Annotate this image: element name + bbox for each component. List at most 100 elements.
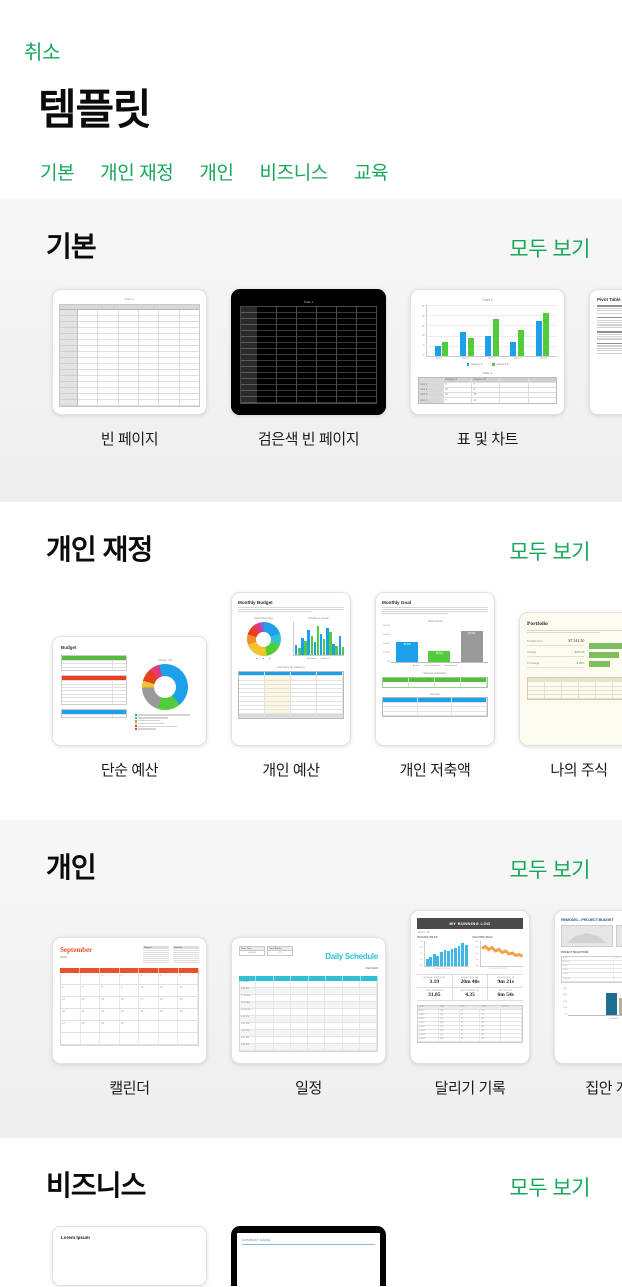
tab-basic[interactable]: 기본 [40, 158, 75, 185]
template-card-home-remodel[interactable]: REMODEL - PROJECT BUDGET PROJECT SELECTI… [554, 910, 622, 1098]
template-card-company[interactable]: COMPANY NAME [231, 1226, 386, 1287]
template-thumbnail: REMODEL - PROJECT BUDGET PROJECT SELECTI… [554, 910, 622, 1065]
photo-placeholder [615, 925, 622, 948]
thumb-doc-title: REMODEL - PROJECT BUDGET [561, 918, 614, 923]
data-table: Category A Category B Item 1 5 7 Item 2 … [418, 376, 557, 404]
template-label: 검은색 빈 페이지 [257, 431, 360, 449]
stat-label: % Change [527, 662, 540, 666]
bar-chart [589, 638, 622, 672]
template-card-table-and-chart[interactable]: Chart 1 25 20 15 10 5 0 Item 1 Item 2 It… [410, 289, 565, 449]
y-tick: 10 [421, 334, 425, 338]
template-card-lorem[interactable]: Lorem Ipsum [52, 1226, 207, 1287]
template-rail-business[interactable]: Lorem Ipsum COMPANY NAME [0, 1204, 622, 1287]
template-card-running-log[interactable]: MY RUNNING LOG April 1 - 30 DISTANCE (MI… [410, 910, 530, 1098]
stat-value: -3.28% [575, 661, 585, 666]
thumb-doc-title: COMPANY NAME [242, 1238, 270, 1243]
template-card-pivot-table[interactable]: Pivot Table 피벗 테이블 [589, 289, 622, 449]
bar-chart: 25 20 15 10 5 0 [418, 305, 557, 358]
template-card-personal-savings[interactable]: Monthly Goal Total Saved $8,000 $6,000 $4,… [375, 592, 495, 780]
template-thumbnail: COMPANY NAME [231, 1226, 386, 1287]
tab-personal-finance[interactable]: 개인 재정 [100, 158, 174, 185]
table-header-cell: Category B [472, 377, 501, 382]
line-chart: 12m 10m 8m 6m 4m [473, 940, 523, 967]
template-thumbnail: Portfolio Portfolio Sum $7,541.50 Change -… [519, 612, 622, 747]
page-title: 템플릿 [38, 86, 152, 133]
section-header-personal-finance: 개인 재정 모두 보기 [0, 502, 622, 568]
x-tick: Item 5 [540, 358, 548, 361]
section-title: 기본 [46, 231, 97, 263]
x-tick: Item 3 [488, 358, 495, 361]
table-title: Table 1 [482, 371, 493, 376]
thumb-doc-title: Portfolio [527, 621, 548, 628]
y-tick: 20 [421, 314, 425, 318]
tab-business[interactable]: 비즈니스 [260, 158, 329, 185]
section-title: 개인 재정 [46, 534, 153, 566]
legend-label: Category B [496, 363, 509, 367]
template-label: 일정 [295, 1080, 322, 1098]
bar-chart: $40k $30k $20k $10k $0 [561, 988, 622, 1016]
template-rail-personal[interactable]: September 2020 August October 1 2 3 4 5 … [0, 886, 622, 1098]
stat-label: Portfolio Sum [527, 640, 543, 644]
data-table [527, 677, 622, 701]
template-card-schedule[interactable]: Start Time 8:00 AM Time Blocks 11 Daily … [231, 937, 386, 1098]
template-label: 표 및 차트 [456, 431, 519, 449]
template-label: 나의 주식 [550, 762, 608, 780]
stat-value: 4.35 [465, 991, 475, 998]
template-label: 단순 예산 [100, 762, 159, 780]
template-thumbnail: Lorem Ipsum [52, 1226, 207, 1287]
template-card-blank-page[interactable]: Table 1 빈 페이지 [52, 289, 207, 449]
y-tick: 15 [421, 324, 425, 328]
template-thumbnail: Table 1 [231, 289, 386, 416]
see-all-button-personal-finance[interactable]: 모두 보기 [509, 536, 590, 568]
template-rail-basic[interactable]: Table 1 빈 페이지 Table 1 검은색 빈 페이지 Chart 1 … [0, 265, 622, 449]
section-business: 비즈니스 모두 보기 Lorem Ipsum COMPANY NAME [0, 1138, 622, 1287]
y-tick: 25 [421, 305, 425, 309]
field-value: 8:00 AM [247, 952, 257, 955]
stat-value: -$255.20 [573, 650, 585, 655]
see-all-button-business[interactable]: 모두 보기 [509, 1172, 590, 1204]
x-tick: Item 1 [435, 358, 443, 361]
templates-screen: 취소 템플릿 기본 개인 재정 개인 비즈니스 교육 기본 모두 보기 Tabl… [0, 0, 622, 1287]
template-rail-personal-finance[interactable]: Budget Money Out 단순 예산 Monthly Budget Ac… [0, 568, 622, 780]
section-title: Results [430, 691, 440, 696]
template-label: 달리기 기록 [434, 1080, 506, 1098]
legend-label: Category A [470, 363, 483, 367]
table-row: Item 4 7 13 [419, 397, 556, 403]
stat-value: 20m 40s [460, 978, 480, 985]
donut-chart [142, 664, 189, 711]
data-table [238, 670, 344, 720]
thumb-doc-title: Budget [61, 645, 77, 651]
template-label: 개인 저축액 [399, 762, 471, 780]
donut-chart [246, 622, 281, 657]
cancel-button[interactable]: 취소 [24, 36, 61, 65]
y-tick: 0 [423, 354, 425, 358]
template-card-my-stocks[interactable]: Portfolio Portfolio Sum $7,541.50 Change -… [519, 612, 622, 780]
stats-row-bottom: TOTAL DISTANCE (MI) 31.85 BEST DISTANCE … [417, 987, 523, 1001]
template-card-simple-budget[interactable]: Budget Money Out 단순 예산 [52, 636, 207, 780]
calculator-table [382, 676, 488, 688]
field-value: 11 [278, 952, 282, 955]
section-personal: 개인 모두 보기 September 2020 August October 1… [0, 820, 622, 1139]
donut-legend [133, 714, 198, 731]
data-table: Item Cost Kitchen Bath Floors Paint Light… [561, 955, 622, 983]
bar-group-container [429, 305, 555, 357]
see-all-button-personal[interactable]: 모두 보기 [509, 854, 590, 886]
section-header-basic: 기본 모두 보기 [0, 199, 622, 265]
data-table: DATE TIME DIST PACE NOTES 4/1/20 20m 2.5 8m 4/3… [417, 1004, 523, 1044]
tab-personal[interactable]: 개인 [199, 158, 234, 185]
thumb-doc-title: Lorem Ipsum [61, 1235, 90, 1241]
template-thumbnail: Table 1 [52, 289, 207, 416]
template-card-personal-budget[interactable]: Monthly Budget Actual Summary ■ ■ ■ Budget… [231, 592, 351, 780]
thumb-doc-title: Pivot Table [597, 297, 621, 303]
template-card-black-blank-page[interactable]: Table 1 검은색 빈 페이지 [231, 289, 386, 449]
template-card-calendar[interactable]: September 2020 August October 1 2 3 4 5 … [52, 937, 207, 1098]
template-label: 개인 예산 [262, 762, 320, 780]
see-all-button-basic[interactable]: 모두 보기 [509, 233, 590, 265]
mini-month-label: August [143, 946, 169, 950]
section-title: Savings Calculator [423, 671, 447, 676]
tab-education[interactable]: 교육 [354, 158, 389, 185]
photo-placeholder [561, 925, 613, 948]
donut-title: Money Out [158, 658, 173, 663]
category-tabs: 기본 개인 재정 개인 비즈니스 교육 [40, 158, 622, 185]
table-title: Summary by Category [277, 665, 305, 670]
